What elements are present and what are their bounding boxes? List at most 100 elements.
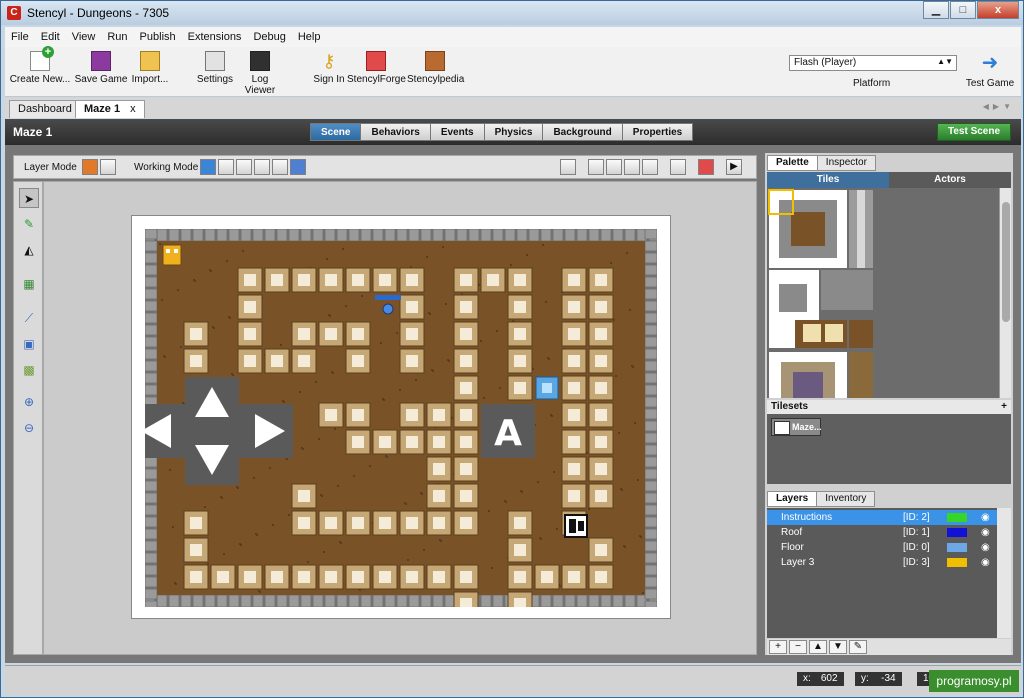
create-new-label: Create New... xyxy=(9,74,71,85)
tab-inventory[interactable]: Inventory xyxy=(816,491,876,507)
fine-grid-icon[interactable] xyxy=(670,159,686,175)
menu-file[interactable]: File xyxy=(5,31,35,43)
bring-front-icon[interactable] xyxy=(588,159,604,175)
sign-in-button[interactable]: ⚷ Sign In xyxy=(311,51,347,85)
sign-in-label: Sign In xyxy=(313,74,345,85)
stamp-icon[interactable]: ▦ xyxy=(19,274,39,294)
tab-tiles[interactable]: Tiles xyxy=(767,172,889,188)
settings-button[interactable]: Settings xyxy=(195,51,235,85)
eye-icon[interactable]: ◉ xyxy=(981,525,990,540)
region-icon[interactable]: ▩ xyxy=(19,360,39,380)
menu-edit[interactable]: Edit xyxy=(35,31,66,43)
layer-buttons: + − ▲ ▼ ✎ xyxy=(767,639,1011,655)
tab-physics[interactable]: Physics xyxy=(483,123,544,141)
actor-mode-icon[interactable] xyxy=(236,159,252,175)
screen-icon[interactable] xyxy=(560,159,576,175)
platform-select[interactable]: Flash (Player) ▲▼ xyxy=(789,55,957,71)
create-new-icon xyxy=(30,46,54,71)
tab-background[interactable]: Background xyxy=(542,123,623,141)
frame-icon[interactable] xyxy=(624,159,640,175)
layer-mode-single-button[interactable] xyxy=(82,159,98,175)
layer-row-layer-3[interactable]: Layer 3 [ID: 3] ◉ xyxy=(767,555,997,570)
tab-events[interactable]: Events xyxy=(429,123,485,141)
menu-help[interactable]: Help xyxy=(292,31,327,43)
magnet-icon[interactable] xyxy=(698,159,714,175)
tab-actors[interactable]: Actors xyxy=(889,172,1011,188)
tab-navigation-arrows[interactable]: ◀▶▼ xyxy=(983,102,1015,111)
send-back-icon[interactable] xyxy=(606,159,622,175)
stencylforge-button[interactable]: StencylForge xyxy=(347,51,406,85)
tiles-mode-icon[interactable] xyxy=(218,159,234,175)
region-mode-icon[interactable] xyxy=(272,159,288,175)
eye-icon[interactable]: ◉ xyxy=(981,555,990,570)
layer-name: Roof xyxy=(781,527,803,538)
line-icon[interactable]: ⟋ xyxy=(19,308,39,328)
eye-icon[interactable]: ◉ xyxy=(981,540,990,555)
maze-scene-map[interactable]: A xyxy=(145,229,657,607)
layer-mode-all-button[interactable] xyxy=(100,159,116,175)
close-window-button[interactable]: x xyxy=(977,1,1019,19)
palette-subtabs: Tiles Actors xyxy=(767,172,1011,188)
zoom-out-icon[interactable]: ⊖ xyxy=(19,418,39,438)
y-coordinate: y: -34 xyxy=(855,672,902,686)
tab-layers[interactable]: Layers xyxy=(767,491,818,507)
edit-layer-button[interactable]: ✎ xyxy=(849,640,867,654)
tile-palette-grid[interactable] xyxy=(767,188,999,398)
zoom-in-icon[interactable]: ⊕ xyxy=(19,392,39,412)
maximize-button[interactable]: □ xyxy=(950,1,976,19)
add-tileset-icon[interactable]: + xyxy=(1001,400,1007,414)
tab-behaviors[interactable]: Behaviors xyxy=(360,123,431,141)
menu-extensions[interactable]: Extensions xyxy=(182,31,248,43)
remove-layer-button[interactable]: − xyxy=(789,640,807,654)
layer-color-swatch[interactable] xyxy=(947,528,967,537)
layer-color-swatch[interactable] xyxy=(947,513,967,522)
layer-name: Instructions xyxy=(781,512,833,523)
play-icon[interactable]: ▶ xyxy=(726,159,742,175)
path-mode-icon[interactable] xyxy=(254,159,270,175)
menu-view[interactable]: View xyxy=(66,31,102,43)
layer-row-floor[interactable]: Floor [ID: 0] ◉ xyxy=(767,540,997,555)
pointer-icon[interactable]: ➤ xyxy=(19,188,39,208)
stencylpedia-button[interactable]: Stencylpedia xyxy=(407,51,464,85)
tab-scene[interactable]: Scene xyxy=(310,123,362,141)
pencil-icon[interactable]: ✎ xyxy=(19,214,39,234)
bucket-fill-icon[interactable]: ◭ xyxy=(19,240,39,260)
layer-row-roof[interactable]: Roof [ID: 1] ◉ xyxy=(767,525,997,540)
right-arrow-icon: ➜ xyxy=(981,52,999,74)
tileset-maze[interactable]: Maze... xyxy=(771,418,822,436)
title-bar[interactable]: C Stencyl - Dungeons - 7305 ▁ □ x xyxy=(1,1,1023,25)
layers-scrollbar[interactable] xyxy=(997,508,1011,638)
tab-dashboard[interactable]: Dashboard xyxy=(9,100,81,118)
move-layer-up-button[interactable]: ▲ xyxy=(809,640,827,654)
tab-maze-1[interactable]: Maze 1 x xyxy=(75,100,145,118)
rectangle-icon[interactable]: ▣ xyxy=(19,334,39,354)
scrollbar-thumb[interactable] xyxy=(1002,202,1010,322)
globe-icon[interactable] xyxy=(200,159,216,175)
menu-publish[interactable]: Publish xyxy=(134,31,182,43)
x-coordinate-label: x: xyxy=(803,673,811,684)
tab-inspector[interactable]: Inspector xyxy=(816,155,876,171)
log-viewer-button[interactable]: Log Viewer xyxy=(237,51,283,96)
add-layer-button[interactable]: + xyxy=(769,640,787,654)
test-game-button[interactable]: ➜ Test Game xyxy=(961,53,1019,89)
menu-debug[interactable]: Debug xyxy=(247,31,291,43)
terrain-mode-icon[interactable] xyxy=(290,159,306,175)
layer-color-swatch[interactable] xyxy=(947,543,967,552)
eye-icon[interactable]: ◉ xyxy=(981,510,990,525)
layers-tabs: Layers Inventory xyxy=(767,491,876,507)
create-new-button[interactable]: Create New... xyxy=(9,46,71,85)
grid-icon[interactable] xyxy=(642,159,658,175)
y-coordinate-label: y: xyxy=(861,673,869,684)
close-tab-icon[interactable]: x xyxy=(130,103,136,115)
tab-properties[interactable]: Properties xyxy=(621,123,694,141)
layer-color-swatch[interactable] xyxy=(947,558,967,567)
import-button[interactable]: Import... xyxy=(129,51,171,85)
menu-run[interactable]: Run xyxy=(101,31,133,43)
test-scene-button[interactable]: Test Scene xyxy=(937,123,1011,141)
tab-palette[interactable]: Palette xyxy=(767,155,818,171)
layer-row-instructions[interactable]: Instructions [ID: 2] ◉ xyxy=(767,510,997,525)
save-game-button[interactable]: Save Game xyxy=(73,51,129,85)
move-layer-down-button[interactable]: ▼ xyxy=(829,640,847,654)
tile-palette-scrollbar[interactable] xyxy=(999,188,1011,398)
minimize-button[interactable]: ▁ xyxy=(923,1,949,19)
